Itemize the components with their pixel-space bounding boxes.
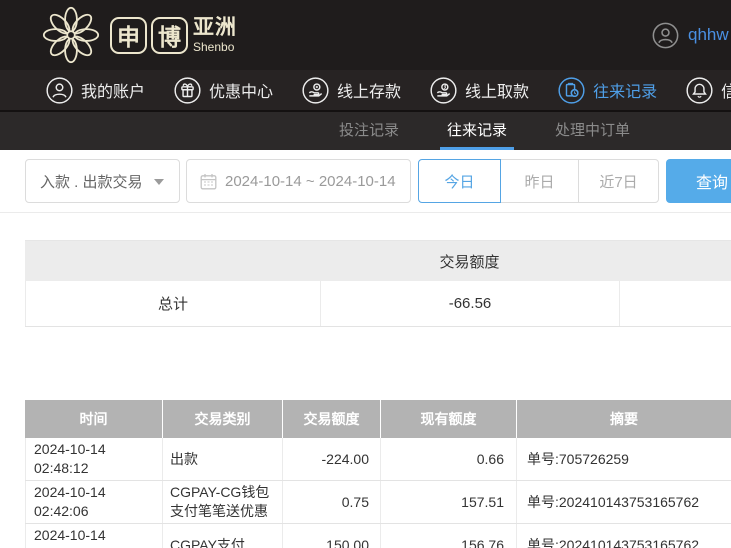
- cell-time: 2024-10-14 02:48:12: [25, 438, 162, 480]
- bell-icon: [686, 76, 713, 104]
- transactions-table: 时间 交易类别 交易额度 现有额度 摘要 2024-10-14 02:48:12…: [25, 400, 731, 548]
- avatar-icon: [652, 22, 679, 48]
- date-range-picker[interactable]: 2024-10-14 ~ 2024-10-14: [186, 159, 411, 203]
- cell-balance: 0.66: [380, 438, 516, 480]
- nav-item-messages[interactable]: 信息: [686, 76, 731, 104]
- cell-balance: 157.51: [380, 481, 516, 523]
- col-header-summary: 摘要: [516, 400, 731, 438]
- logo-char-1: 申: [110, 16, 147, 54]
- nav-label: 优惠中心: [209, 84, 274, 101]
- col-header-amount: 交易额度: [282, 400, 380, 438]
- nav-item-withdraw[interactable]: 线上取款: [430, 76, 530, 104]
- deposit-hand-coin-icon: [302, 76, 329, 104]
- nav-label: 线上取款: [465, 84, 530, 101]
- chevron-down-icon: [154, 179, 164, 185]
- tab-betting-records[interactable]: 投注记录: [332, 112, 406, 150]
- main-nav: 我的账户 优惠中心 线上存款 线上取款 往来记录 信: [0, 70, 731, 112]
- logo-region: 亚洲: [193, 16, 237, 39]
- query-button[interactable]: 查询: [666, 159, 731, 203]
- summary-total-label: 总计: [25, 281, 320, 326]
- transactions-table-header: 时间 交易类别 交易额度 现有额度 摘要: [25, 400, 731, 438]
- nav-item-promotions[interactable]: 优惠中心: [174, 76, 274, 104]
- tab-transaction-records[interactable]: 往来记录: [440, 112, 515, 150]
- cell-type: CGPAY-CG钱包支付笔笔送优惠: [162, 481, 282, 523]
- clipboard-clock-icon: [558, 76, 585, 104]
- nav-label: 往来记录: [593, 84, 658, 101]
- summary-total-row: 总计 -66.56: [25, 281, 731, 327]
- cell-time: 2024-10-14 02:42:06: [25, 524, 162, 548]
- today-button[interactable]: 今日: [418, 159, 501, 203]
- summary-table-header: 交易额度: [25, 240, 731, 281]
- logo-char-2: 博: [151, 16, 188, 54]
- cell-amount: 0.75: [282, 481, 380, 523]
- nav-label: 线上存款: [337, 84, 402, 101]
- cell-amount: 150.00: [282, 524, 380, 548]
- tab-pending-orders[interactable]: 处理中订单: [548, 112, 637, 150]
- col-header-time: 时间: [79, 411, 108, 427]
- flower-logo-icon: [42, 6, 100, 64]
- user-icon: [46, 76, 73, 104]
- site-logo[interactable]: 申 博 亚洲 Shenbo: [38, 6, 237, 64]
- table-row: 2024-10-14 02:42:06 CGPAY-CG钱包支付笔笔送优惠 0.…: [25, 481, 731, 524]
- cell-time: 2024-10-14 02:42:06: [25, 481, 162, 523]
- nav-item-deposit[interactable]: 线上存款: [302, 76, 402, 104]
- transaction-type-select[interactable]: 入款 . 出款交易: [25, 159, 180, 203]
- logo-latin: Shenbo: [193, 40, 235, 54]
- gift-icon: [174, 76, 201, 104]
- cell-summary: 单号:202410143753165762: [516, 481, 731, 523]
- summary-table: 交易额度 总计 -66.56: [25, 240, 731, 327]
- table-row: 2024-10-14 02:42:06 CGPAY支付 150.00 156.7…: [25, 524, 731, 548]
- cell-type: 出款: [162, 438, 282, 480]
- date-range-value: 2024-10-14 ~ 2024-10-14: [225, 172, 396, 190]
- filter-bar: 入款 . 出款交易 2024-10-14 ~ 2024-10-14 今日 昨日 …: [0, 150, 731, 213]
- nav-item-transaction-records[interactable]: 往来记录: [558, 76, 658, 104]
- cell-summary: 单号:705726259: [516, 438, 731, 480]
- summary-header-amount: 交易额度: [439, 253, 500, 271]
- nav-label: 我的账户: [81, 84, 146, 101]
- table-row: 2024-10-14 02:48:12 出款 -224.00 0.66 单号:7…: [25, 438, 731, 481]
- records-tab-bar: 投注记录 往来记录 处理中订单: [0, 112, 731, 150]
- yesterday-button[interactable]: 昨日: [500, 159, 579, 203]
- summary-total-value: -66.56: [320, 281, 619, 326]
- username: qhhw: [688, 25, 729, 44]
- cell-type: CGPAY支付: [162, 524, 282, 548]
- cell-amount: -224.00: [282, 438, 380, 480]
- quick-range-group: 今日 昨日 近7日: [418, 159, 659, 203]
- cell-summary: 单号:202410143753165762: [516, 524, 731, 548]
- transaction-type-value: 入款 . 出款交易: [40, 173, 143, 191]
- nav-item-my-account[interactable]: 我的账户: [46, 76, 146, 104]
- col-header-type: 交易类别: [162, 400, 282, 438]
- nav-label: 信息: [721, 84, 731, 101]
- withdraw-hand-coin-icon: [430, 76, 457, 104]
- cell-balance: 156.76: [380, 524, 516, 548]
- last-7-days-button[interactable]: 近7日: [578, 159, 659, 203]
- calendar-icon: [200, 173, 217, 189]
- user-account[interactable]: qhhw: [652, 0, 729, 70]
- col-header-balance: 现有额度: [380, 400, 516, 438]
- site-header: 申 博 亚洲 Shenbo qhhw: [0, 0, 731, 70]
